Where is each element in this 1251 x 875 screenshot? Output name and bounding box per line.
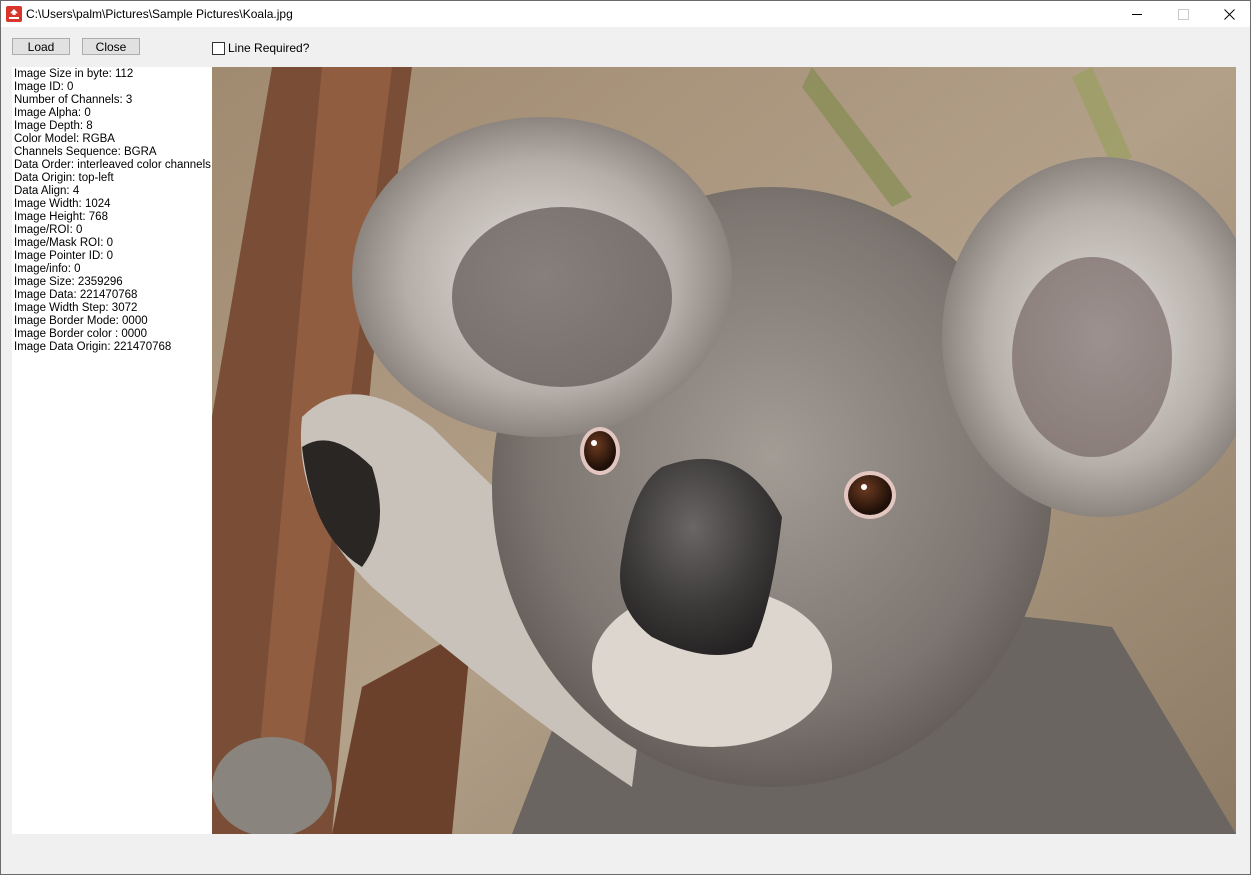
load-button[interactable]: Load bbox=[12, 38, 70, 55]
close-icon bbox=[1223, 8, 1235, 20]
info-line: Image Size in byte: 112 bbox=[14, 68, 134, 80]
line-required-label: Line Required? bbox=[228, 41, 310, 55]
info-line: Image/Mask ROI: 0 bbox=[14, 237, 114, 249]
info-line: Image Border Mode: 0000 bbox=[14, 315, 148, 327]
info-line: Image Height: 768 bbox=[14, 211, 108, 223]
koala-image bbox=[212, 67, 1236, 834]
info-line: Data Origin: top-left bbox=[14, 172, 114, 184]
minimize-button[interactable] bbox=[1114, 1, 1160, 27]
info-line: Image Alpha: 0 bbox=[14, 107, 91, 119]
info-line: Color Model: RGBA bbox=[14, 133, 115, 145]
close-button[interactable]: Close bbox=[82, 38, 140, 55]
info-line: Image Size: 2359296 bbox=[14, 276, 123, 288]
app-window: C:\Users\palm\Pictures\Sample Pictures\K… bbox=[0, 0, 1251, 875]
info-line: Image Border color : 0000 bbox=[14, 328, 147, 340]
info-line: Image Width Step: 3072 bbox=[14, 302, 138, 314]
image-info-panel: Image Size in byte: 112 Image ID: 0 Numb… bbox=[12, 67, 212, 834]
info-line: Image Data: 221470768 bbox=[14, 289, 138, 301]
info-line: Channels Sequence: BGRA bbox=[14, 146, 157, 158]
checkbox-box[interactable] bbox=[212, 41, 225, 55]
line-required-checkbox[interactable]: Line Required? bbox=[212, 41, 309, 55]
maximize-icon bbox=[1177, 8, 1189, 20]
close-window-button[interactable] bbox=[1206, 1, 1251, 27]
info-line: Image Pointer ID: 0 bbox=[14, 250, 114, 262]
info-line: Image Depth: 8 bbox=[14, 120, 93, 132]
minimize-icon bbox=[1132, 13, 1142, 15]
app-icon[interactable] bbox=[6, 6, 22, 22]
info-line: Image/info: 0 bbox=[14, 263, 81, 275]
info-line: Data Align: 4 bbox=[14, 185, 80, 197]
info-line: Image/ROI: 0 bbox=[14, 224, 83, 236]
info-line: Image ID: 0 bbox=[14, 81, 74, 93]
title-bar[interactable]: C:\Users\palm\Pictures\Sample Pictures\K… bbox=[1, 1, 1250, 27]
info-line: Image Width: 1024 bbox=[14, 198, 111, 210]
info-line: Image Data Origin: 221470768 bbox=[14, 341, 172, 353]
info-line: Number of Channels: 3 bbox=[14, 94, 133, 106]
image-display[interactable] bbox=[212, 67, 1236, 834]
info-line: Data Order: interleaved color channels bbox=[14, 159, 211, 171]
window-title: C:\Users\palm\Pictures\Sample Pictures\K… bbox=[26, 7, 293, 21]
maximize-button[interactable] bbox=[1160, 1, 1206, 27]
